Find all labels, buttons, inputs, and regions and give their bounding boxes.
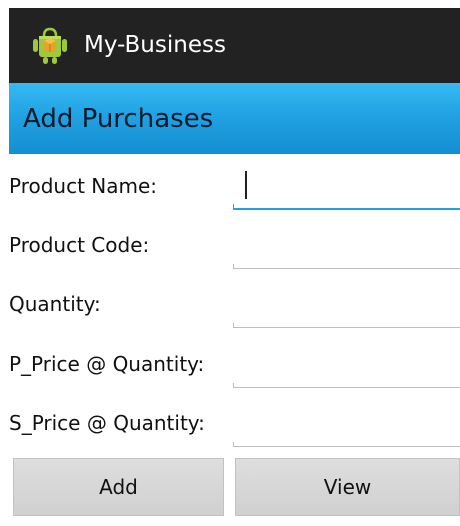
field-underline-tick <box>233 323 234 328</box>
product-code-input[interactable] <box>233 221 460 269</box>
form-row-product-code: Product Code: <box>9 215 460 275</box>
field-underline-tick <box>233 264 234 269</box>
form-row-quantity: Quantity: <box>9 274 460 334</box>
field-underline-tick <box>233 383 234 388</box>
field-underline <box>233 446 460 447</box>
field-underline <box>233 208 460 210</box>
screen-title: Add Purchases <box>23 104 214 134</box>
add-button[interactable]: Add <box>13 458 224 516</box>
s-price-input[interactable] <box>233 399 460 447</box>
field-underline-tick <box>233 204 234 210</box>
text-cursor <box>245 171 247 199</box>
product-name-field[interactable] <box>233 162 460 210</box>
screen-title-bar: Add Purchases <box>9 83 460 154</box>
field-underline <box>233 387 460 388</box>
field-underline <box>233 268 460 269</box>
field-underline <box>233 327 460 328</box>
s-price-label: S_Price @ Quantity: <box>9 411 205 435</box>
p-price-label: P_Price @ Quantity: <box>9 352 205 376</box>
quantity-input[interactable] <box>233 280 460 328</box>
product-code-field[interactable] <box>233 221 460 269</box>
p-price-input[interactable] <box>233 340 460 388</box>
s-price-field[interactable] <box>233 399 460 447</box>
form-row-s-price: S_Price @ Quantity: <box>9 393 460 453</box>
product-name-label: Product Name: <box>9 174 158 198</box>
p-price-field[interactable] <box>233 340 460 388</box>
screen-frame-edge <box>0 0 9 526</box>
action-bar: My-Business <box>9 8 460 83</box>
product-code-label: Product Code: <box>9 233 150 257</box>
quantity-field[interactable] <box>233 280 460 328</box>
view-button[interactable]: View <box>235 458 460 516</box>
quantity-label: Quantity: <box>9 292 101 316</box>
app-title: My-Business <box>84 32 226 58</box>
product-name-input[interactable] <box>233 162 460 210</box>
form-row-product-name: Product Name: <box>9 156 460 216</box>
field-underline-tick <box>233 442 234 447</box>
android-robot-icon <box>32 27 68 65</box>
form-row-p-price: P_Price @ Quantity: <box>9 334 460 394</box>
